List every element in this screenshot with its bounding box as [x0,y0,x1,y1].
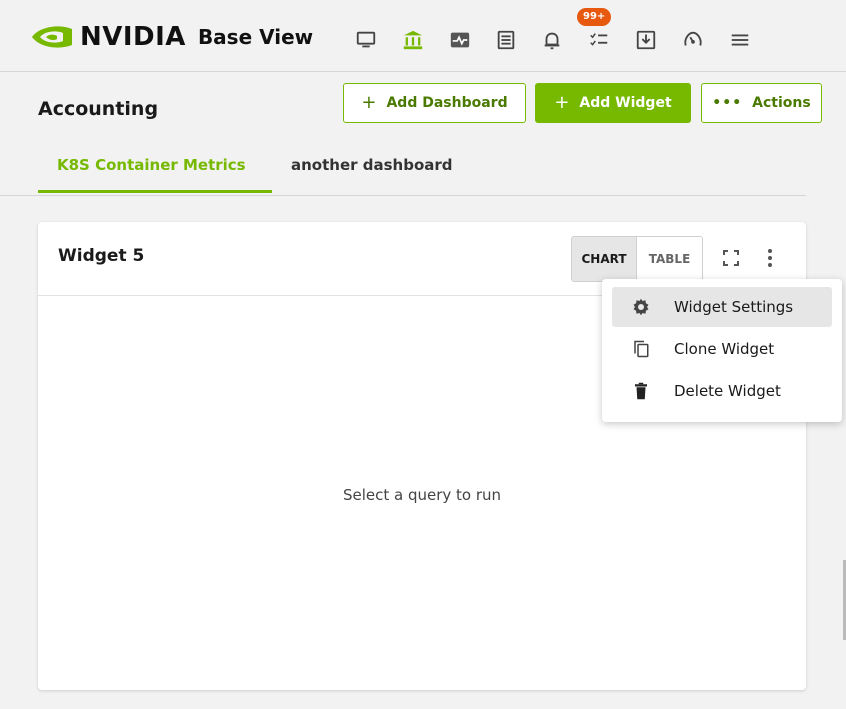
bell-icon[interactable] [540,28,564,52]
product-name: Base View [197,25,314,49]
actions-label: Actions [752,95,811,111]
fullscreen-icon[interactable] [721,248,741,268]
add-dashboard-button[interactable]: + Add Dashboard [343,83,526,123]
dashboard-tabs: K8S Container Metrics another dashboard [0,142,806,196]
copy-icon [634,340,649,358]
bank-icon[interactable] [401,28,425,52]
widget-title: Widget 5 [58,246,145,266]
activity-icon[interactable] [448,28,472,52]
download-icon[interactable] [634,28,658,52]
monitor-icon[interactable] [354,28,378,52]
add-dashboard-label: Add Dashboard [386,95,508,111]
nvidia-eye-logo-icon [32,26,72,48]
menu-item-clone-widget[interactable]: Clone Widget [612,329,832,369]
checklist-icon[interactable] [587,28,611,52]
menu-item-label: Clone Widget [674,340,775,358]
brand[interactable]: NVIDIA Base View [30,22,313,52]
app-root: NVIDIA Base View 99+ Accounting + Add Da… [0,0,846,709]
table-view-button[interactable]: TABLE [637,237,702,281]
actions-button[interactable]: ••• Actions [701,83,822,123]
active-tab-indicator [38,190,272,193]
more-horizontal-icon: ••• [712,95,743,111]
menu-icon[interactable] [728,28,752,52]
notification-badge: 99+ [577,8,612,26]
empty-state-message: Select a query to run [342,486,502,504]
add-widget-button[interactable]: + Add Widget [535,83,691,123]
top-bar: NVIDIA Base View 99+ [0,0,846,72]
plus-icon: + [554,92,570,113]
kebab-menu-icon[interactable] [760,246,780,270]
trash-icon [635,382,647,400]
chart-view-button[interactable]: CHART [572,237,637,281]
widget-context-menu: Widget Settings Clone Widget Delete Widg… [602,279,842,422]
document-icon[interactable] [494,28,518,52]
menu-item-label: Delete Widget [674,382,781,400]
page-header: Accounting + Add Dashboard + Add Widget … [0,72,846,142]
logo-wordmark: NVIDIA [80,22,186,52]
tab-another-dashboard[interactable]: another dashboard [291,156,453,174]
add-widget-label: Add Widget [579,95,672,111]
gear-icon [633,298,649,316]
plus-icon: + [361,92,377,113]
menu-item-label: Widget Settings [674,298,794,316]
menu-item-delete-widget[interactable]: Delete Widget [612,371,832,411]
top-nav: 99+ [346,8,826,58]
menu-item-widget-settings[interactable]: Widget Settings [612,287,832,327]
page-title: Accounting [38,98,159,120]
view-toggle: CHART TABLE [571,236,703,282]
tab-k8s-container-metrics[interactable]: K8S Container Metrics [57,156,246,174]
gauge-icon[interactable] [681,28,705,52]
